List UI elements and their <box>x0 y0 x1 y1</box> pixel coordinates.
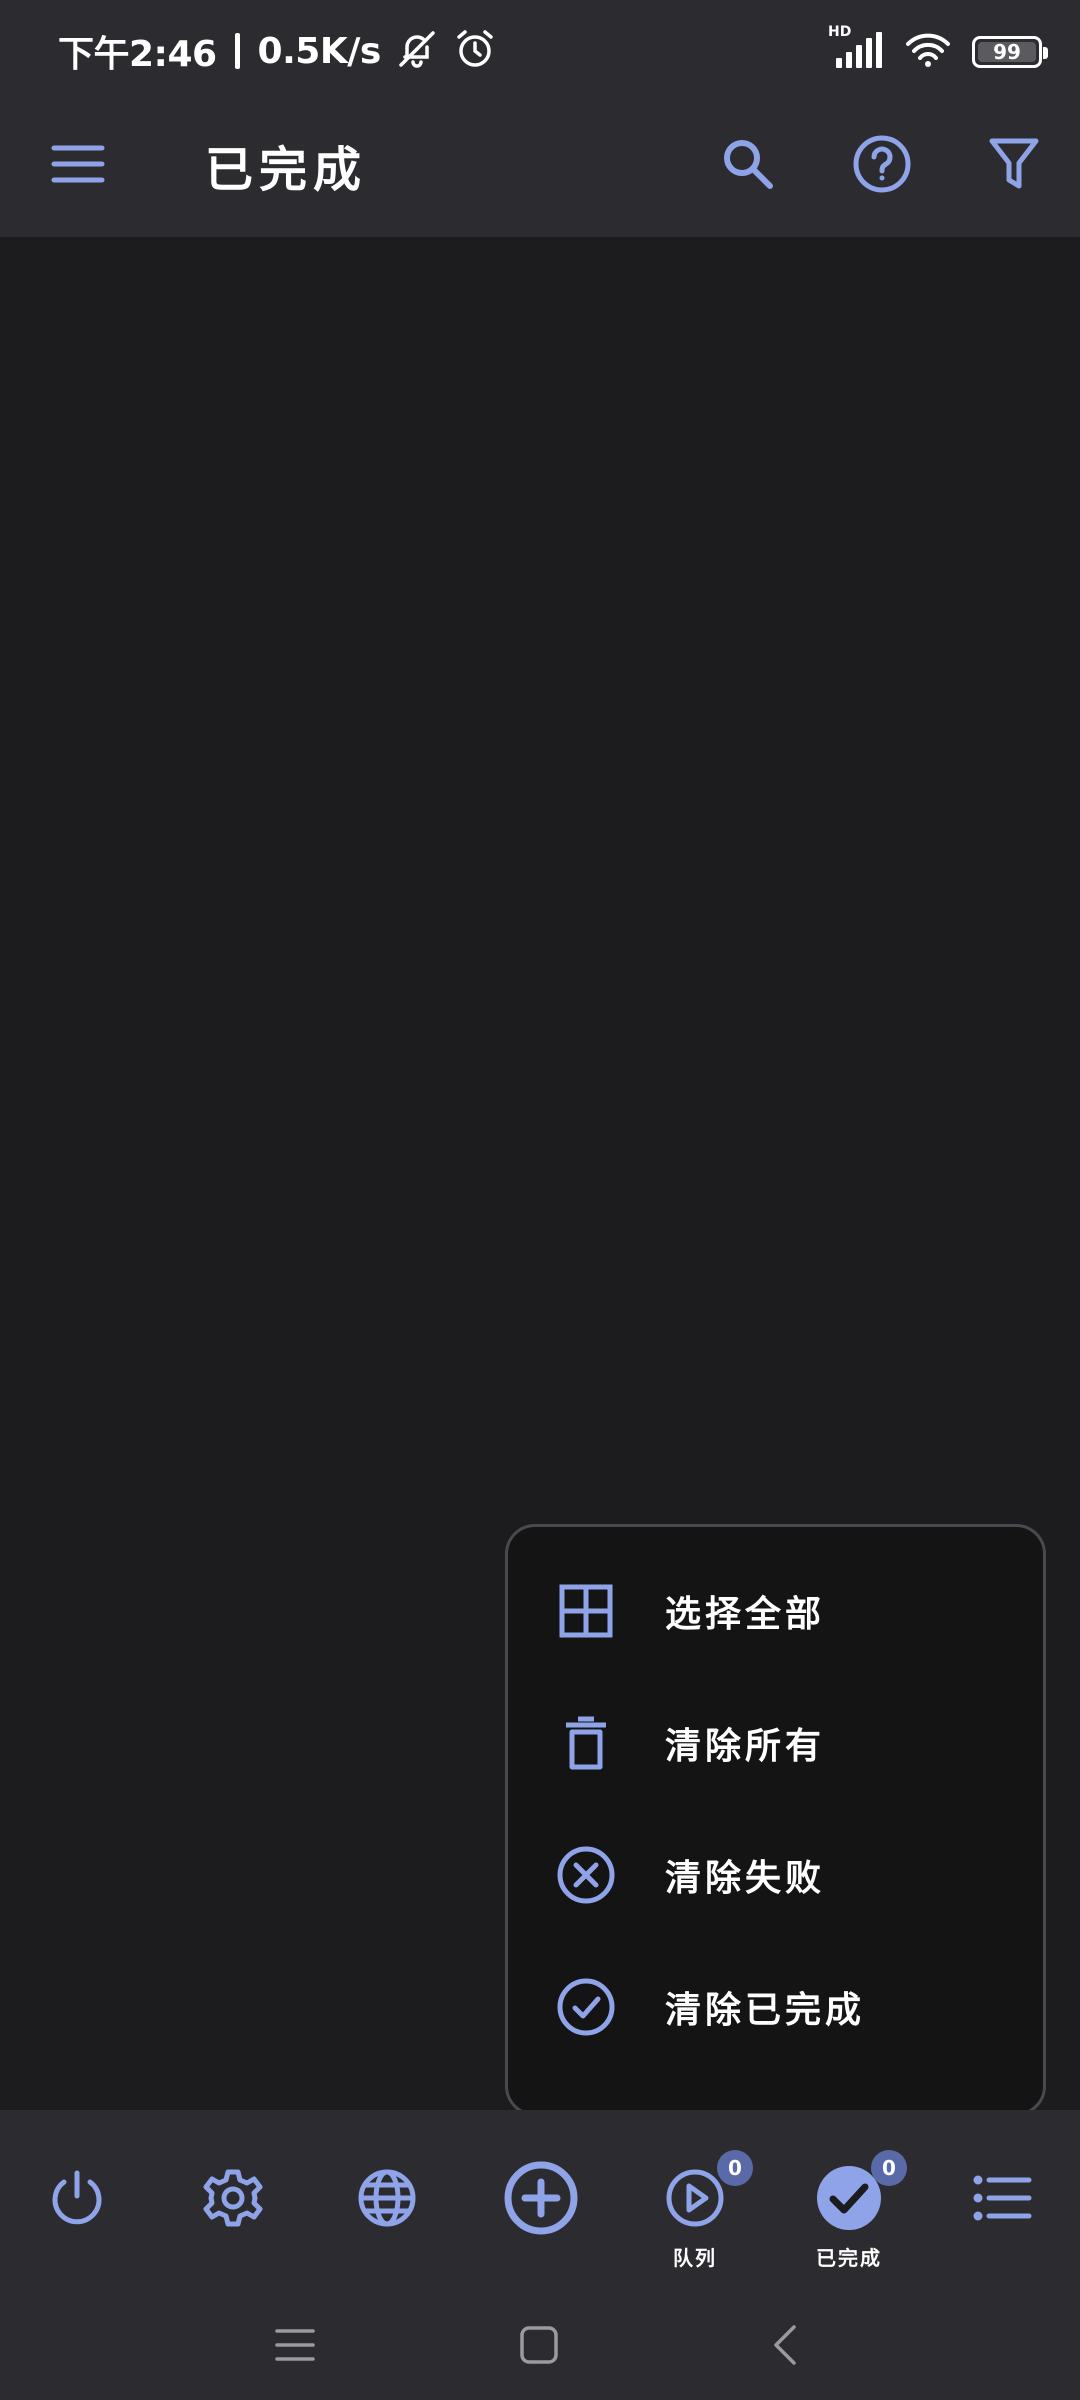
filter-icon <box>989 138 1039 189</box>
cancel-circle-icon <box>552 1841 620 1909</box>
nav-list[interactable] <box>928 2110 1078 2286</box>
trash-icon <box>552 1709 620 1777</box>
filter-button[interactable] <box>974 124 1054 204</box>
list-icon <box>963 2158 1043 2238</box>
menu-item-label: 清除已完成 <box>665 1989 866 2031</box>
check-circle-filled-icon: 0 <box>809 2150 907 2238</box>
mute-icon <box>393 25 441 77</box>
completed-count-badge: 0 <box>871 2150 907 2186</box>
check-circle-icon <box>552 1973 620 2041</box>
menu-icon <box>51 145 105 183</box>
search-icon <box>724 140 773 189</box>
status-right: HD 99 <box>828 24 1048 76</box>
home-button[interactable] <box>504 2310 574 2380</box>
system-navigation-bar <box>0 2286 1080 2400</box>
nav-label-queue: 队列 <box>673 2246 717 2270</box>
help-button[interactable] <box>842 124 922 204</box>
cellular-signal-icon: HD <box>828 24 884 74</box>
nav-completed[interactable]: 0 已完成 <box>774 2110 924 2286</box>
nav-power[interactable] <box>2 2110 152 2286</box>
hd-label: HD <box>828 24 852 40</box>
nav-browser[interactable] <box>312 2110 462 2286</box>
menu-item-clear-completed[interactable]: 清除已完成 <box>508 1941 1043 2073</box>
gear-icon <box>193 2158 273 2238</box>
play-circle-icon: 0 <box>655 2150 753 2238</box>
page-title: 已完成 <box>205 142 368 198</box>
nav-label-completed: 已完成 <box>816 2246 882 2270</box>
help-icon <box>853 135 911 193</box>
status-left: 下午2:46 0.5K/s <box>58 22 497 80</box>
menu-item-clear-all[interactable]: 清除所有 <box>508 1677 1043 1809</box>
overflow-popup-menu: 选择全部 清除所有 清除失败 清除已完成 <box>505 1524 1046 2116</box>
menu-item-label: 清除失败 <box>665 1857 826 1899</box>
menu-item-label: 清除所有 <box>665 1725 826 1767</box>
nav-queue[interactable]: 0 队列 <box>620 2110 770 2286</box>
queue-count-badge: 0 <box>717 2150 753 2186</box>
select-all-icon <box>552 1577 620 1645</box>
status-separator <box>234 33 240 69</box>
app-bar: 已完成 <box>0 100 1080 237</box>
recents-icon <box>275 2329 315 2361</box>
wifi-icon <box>904 30 952 74</box>
home-icon <box>520 2326 558 2364</box>
alarm-icon <box>453 27 497 75</box>
battery-level: 99 <box>993 40 1021 64</box>
menu-item-label: 选择全部 <box>665 1593 826 1635</box>
recents-button[interactable] <box>260 2310 330 2380</box>
nav-settings[interactable] <box>158 2110 308 2286</box>
menu-item-clear-failed[interactable]: 清除失败 <box>508 1809 1043 1941</box>
search-button[interactable] <box>708 124 788 204</box>
back-icon <box>774 2325 796 2365</box>
status-network-speed: 0.5K/s <box>257 30 382 72</box>
menu-item-select-all[interactable]: 选择全部 <box>508 1545 1043 1677</box>
menu-button[interactable] <box>44 130 112 198</box>
power-icon <box>37 2158 117 2238</box>
add-circle-icon <box>501 2158 581 2238</box>
back-button[interactable] <box>750 2310 820 2380</box>
battery-icon: 99 <box>972 36 1048 68</box>
nav-add[interactable] <box>466 2110 616 2286</box>
status-time: 下午2:46 <box>58 34 217 75</box>
bottom-navigation: 0 队列 0 已完成 <box>0 2110 1080 2286</box>
globe-icon <box>347 2158 427 2238</box>
status-bar: 下午2:46 0.5K/s HD 99 <box>0 0 1080 100</box>
